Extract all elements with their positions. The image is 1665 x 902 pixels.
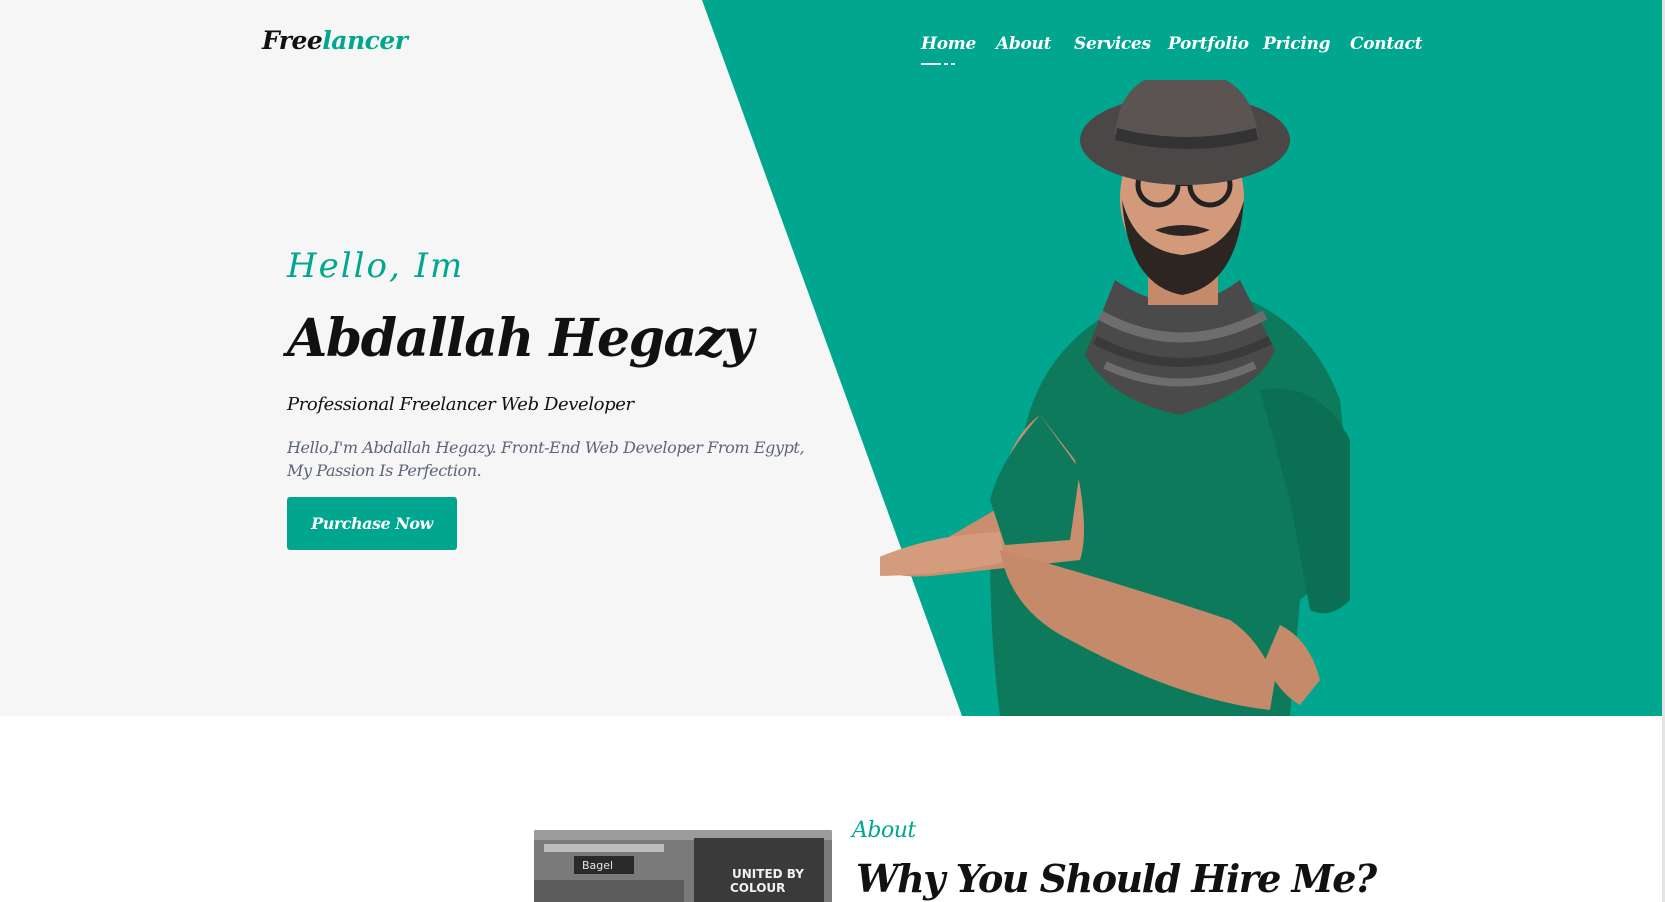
about-photo-illustration: Bagel UNITED BY COLOUR	[534, 830, 832, 902]
main-nav: Home About Services Portfolio Pricing Co…	[0, 34, 1665, 74]
nav-item-portfolio[interactable]: Portfolio	[1168, 34, 1249, 54]
about-image-poster-line1: UNITED BY	[732, 867, 804, 881]
hero-role: Professional Freelancer Web Developer	[287, 394, 634, 415]
about-eyebrow: About	[852, 818, 916, 843]
purchase-now-button[interactable]: Purchase Now	[287, 497, 457, 550]
hero-description: Hello,I'm Abdallah Hegazy. Front-End Web…	[287, 438, 805, 480]
about-title: Why You Should Hire Me?	[856, 856, 1377, 901]
nav-item-contact[interactable]: Contact	[1350, 34, 1423, 54]
hero-name: Abdallah Hegazy	[287, 308, 754, 369]
about-image-sign-text: Bagel	[582, 859, 613, 872]
about-image: Bagel UNITED BY COLOUR	[534, 830, 832, 902]
nav-item-about[interactable]: About	[996, 34, 1051, 54]
nav-item-pricing[interactable]: Pricing	[1263, 34, 1330, 54]
hero-portrait-image	[880, 80, 1350, 716]
about-image-poster-line2: COLOUR	[730, 881, 785, 895]
hero-greeting: Hello, Im	[287, 246, 465, 286]
nav-item-services[interactable]: Services	[1074, 34, 1151, 54]
nav-active-indicator	[921, 63, 955, 65]
nav-item-home[interactable]: Home	[921, 34, 976, 54]
hero-section: Freelancer Home About Services Portfolio…	[0, 0, 1665, 716]
